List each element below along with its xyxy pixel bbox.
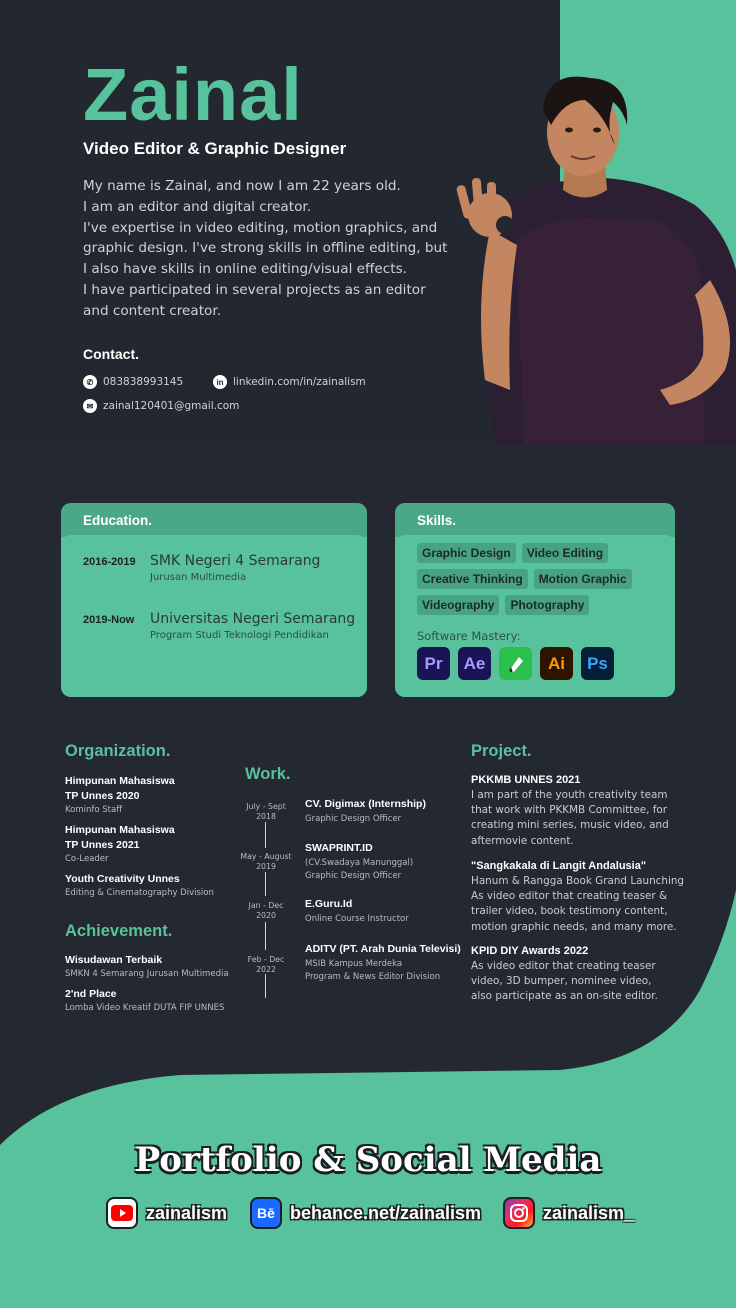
organization-name: Himpunan Mahasiswa TP Unnes 2021 [65,824,175,851]
phone-text: 083838993145 [103,376,184,388]
pen-tool-icon [499,647,532,680]
education-title: Education. [61,503,367,537]
skill-tag: Photography [505,595,590,615]
work-company: CV. Digimax (Internship) [305,798,426,810]
education-item: 2019-Now Universitas Negeri Semarang Pro… [83,611,355,641]
behance-icon: Bē [250,1197,282,1229]
project-description: As video editor that creating teaser vid… [471,960,658,1003]
skill-tag: Video Editing [521,543,609,563]
work-date: July - Sept 2018 [246,802,286,821]
whatsapp-icon: ✆ [83,375,97,389]
education-body: 2016-2019 SMK Negeri 4 Semarang Jurusan … [61,535,367,697]
project-name: KPID DIY Awards 2022 [471,945,589,957]
organization-role: Kominfo Staff [65,805,123,815]
premiere-icon: Pr [417,647,450,680]
education-school: Universitas Negeri Semarang [150,611,356,627]
person-bio: My name is Zainal, and now I am 22 years… [83,178,448,319]
organization-title: Organization. [65,742,171,760]
person-role: Video Editor & Graphic Designer [83,139,347,158]
timeline-line [265,822,266,848]
project-title: Project. [471,742,532,760]
work-date: May - August 2019 [240,852,292,871]
skills-title: Skills. [395,503,675,537]
illustrator-icon: Ai [540,647,573,680]
behance-glyph: Bē [257,1205,275,1221]
organization-item: Himpunan Mahasiswa TP Unnes 2021 Co-Lead… [65,823,175,864]
education-item: 2016-2019 SMK Negeri 4 Semarang Jurusan … [83,553,320,583]
portfolio-title: Portfolio & Social Media [134,1140,602,1180]
youtube-link[interactable]: zainalism [106,1197,227,1229]
behance-link[interactable]: Bē behance.net/zainalism [250,1197,481,1229]
education-years: 2019-Now [83,614,135,626]
education-years: 2016-2019 [83,556,136,568]
behance-url: behance.net/zainalism [290,1202,482,1223]
hero-section: Zainal Video Editor & Graphic Designer M… [0,0,736,445]
instagram-handle: zainalism_ [543,1202,635,1223]
linkedin-text: linkedin.com/in/zainalism [233,376,366,388]
software-title: Software Mastery: [417,629,521,643]
project-name: "Sangkakala di Langit Andalusia" [471,860,647,872]
contact-linkedin[interactable]: in linkedin.com/in/zainalism [213,375,366,389]
project-description: Hanum & Rangga Book Grand Launching As v… [471,875,685,933]
project-item: PKKMB UNNES 2021 I am part of the youth … [471,774,701,849]
mail-icon: ✉ [83,399,97,413]
skill-tag: Videography [417,595,500,615]
person-photo [456,76,736,445]
work-company: SWAPRINT.ID [305,842,373,854]
education-school: SMK Negeri 4 Semarang [150,553,321,569]
skills-card: Skills. Graphic Design Video Editing Cre… [395,503,675,697]
photoshop-icon: Ps [581,647,614,680]
project-description: I am part of the youth creativity team t… [471,789,669,847]
work-item: CV. Digimax (Internship) Graphic Design … [305,798,426,826]
skill-tag: Graphic Design [417,543,516,563]
skill-tag: Motion Graphic [533,569,632,589]
youtube-handle: zainalism [146,1202,228,1223]
software-icons: Pr Ae Ai Ps [417,647,614,680]
project-item: KPID DIY Awards 2022 As video editor tha… [471,945,701,1005]
work-title: Work. [245,765,291,783]
email-text: zainal120401@gmail.com [103,400,240,412]
linkedin-icon: in [213,375,227,389]
education-program: Jurusan Multimedia [150,572,247,583]
project-name: PKKMB UNNES 2021 [471,774,581,786]
instagram-link[interactable]: zainalism_ [503,1197,634,1229]
organization-name: Himpunan Mahasiswa TP Unnes 2020 [65,775,175,802]
project-item: "Sangkakala di Langit Andalusia" Hanum &… [471,860,701,935]
work-item: SWAPRINT.ID (CV.Swadaya Manunggal) Graph… [305,842,413,883]
work-position: Graphic Design Officer [305,814,402,824]
contact-title: Contact. [83,346,139,362]
contact-email[interactable]: ✉ zainal120401@gmail.com [83,399,239,413]
skill-tag: Creative Thinking [417,569,528,589]
skill-tags: Graphic Design Video Editing Creative Th… [417,543,657,621]
education-program: Program Studi Teknologi Pendidikan [150,630,329,641]
instagram-icon [503,1197,535,1229]
organization-item: Himpunan Mahasiswa TP Unnes 2020 Kominfo… [65,774,175,815]
after-effects-icon: Ae [458,647,491,680]
contact-phone[interactable]: ✆ 083838993145 [83,375,183,389]
youtube-icon [106,1197,138,1229]
skills-body: Graphic Design Video Editing Creative Th… [395,535,675,697]
organization-role: Co-Leader [65,854,109,864]
education-card: Education. 2016-2019 SMK Negeri 4 Semara… [61,503,367,697]
person-name: Zainal [83,53,303,136]
